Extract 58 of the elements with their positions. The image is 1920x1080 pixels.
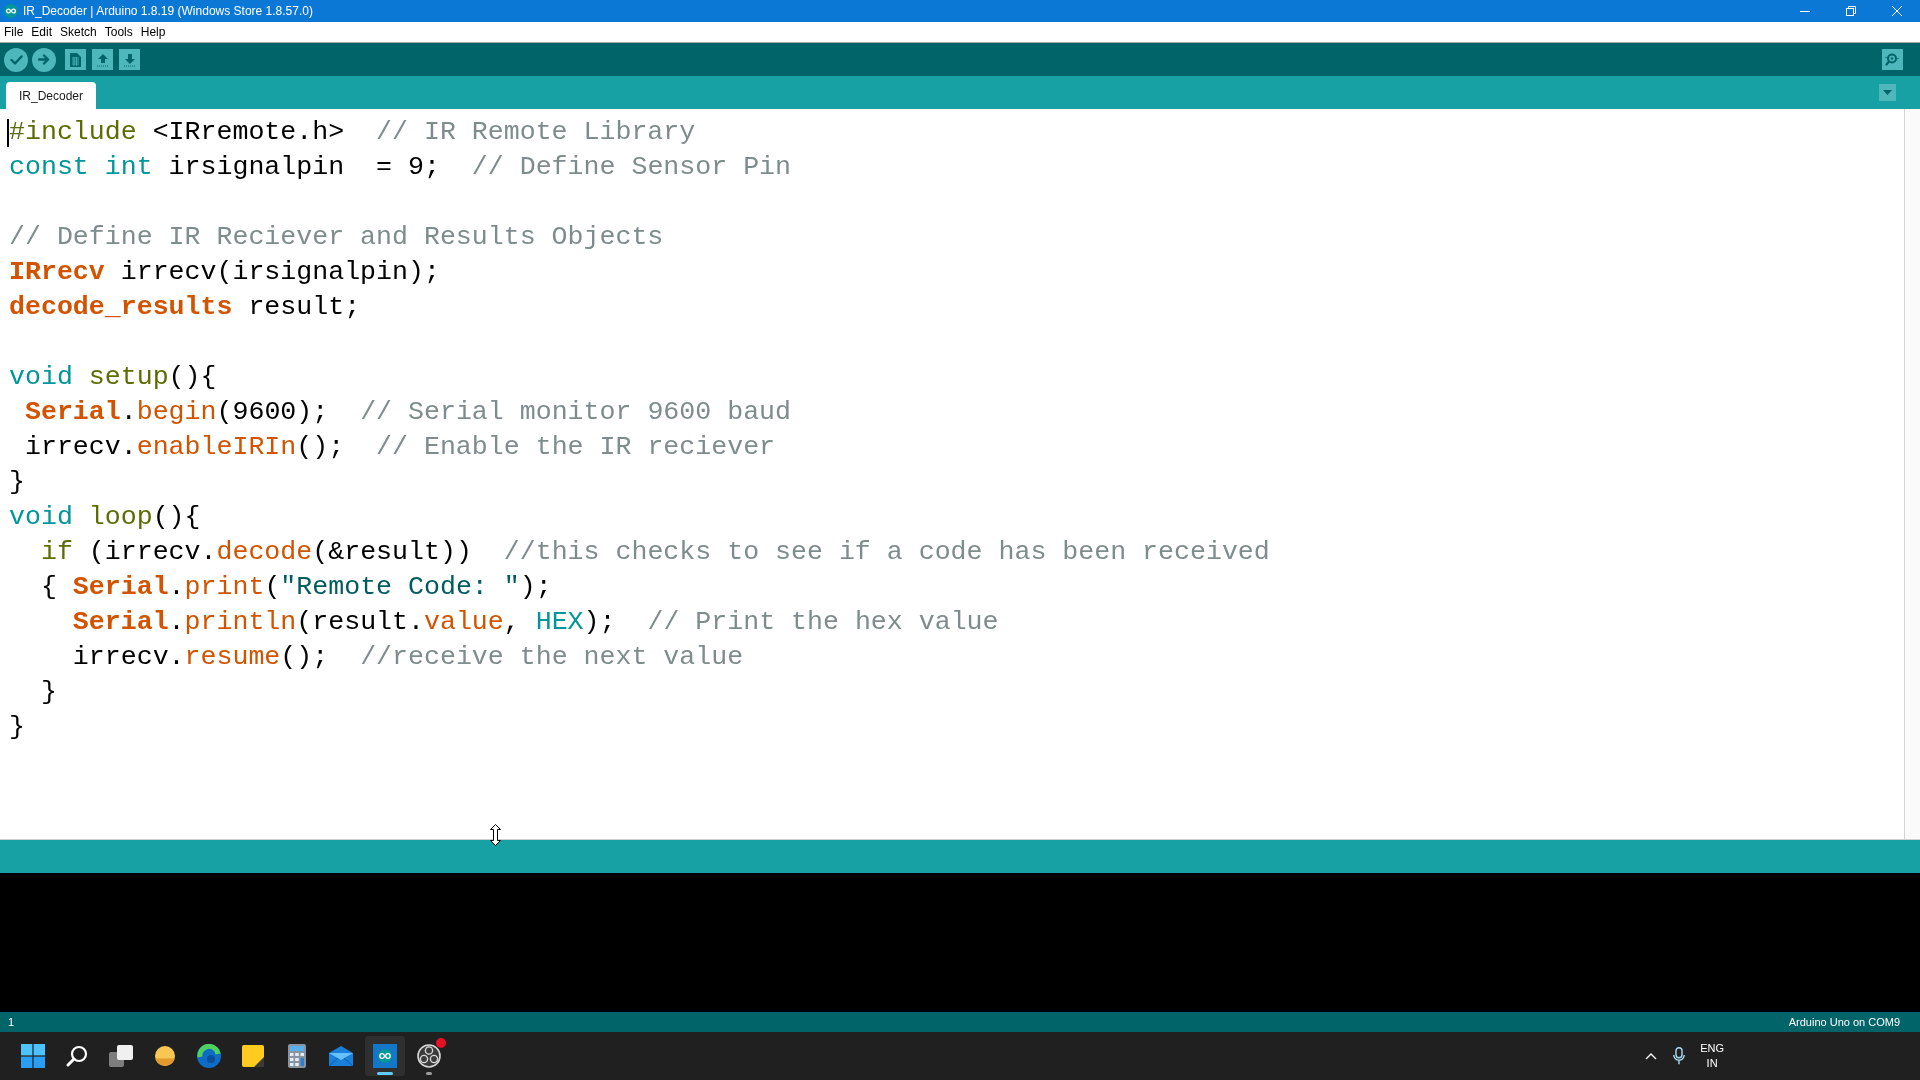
code-line: const int irsignalpin = 9; // Define Sensor Pin bbox=[9, 151, 791, 184]
envelope-icon bbox=[329, 1046, 353, 1066]
chevron-up-icon bbox=[1645, 1052, 1658, 1060]
tab[interactable]: IR_Decoder bbox=[6, 82, 97, 109]
caret-icon bbox=[1883, 90, 1892, 95]
code-line: void setup(){ bbox=[9, 361, 217, 394]
code-line: #include <IRremote.h> // IR Remote Library bbox=[9, 116, 696, 149]
line-number: 1 bbox=[8, 1016, 15, 1028]
language-button[interactable]: ENG IN bbox=[1696, 1041, 1728, 1071]
search-icon bbox=[66, 1045, 88, 1067]
infinity-icon bbox=[4, 4, 18, 18]
calculator-icon bbox=[288, 1044, 306, 1068]
arrow-up-icon bbox=[96, 52, 109, 67]
code-line: IRrecv irrecv(irsignalpin); bbox=[9, 256, 440, 289]
save-button[interactable] bbox=[119, 49, 140, 70]
verify-button[interactable] bbox=[4, 47, 28, 72]
code-line: Serial.begin(9600); // Serial monitor 9600 baud bbox=[24, 396, 792, 429]
menu-item[interactable]: Sketch bbox=[56, 23, 101, 41]
new-button[interactable] bbox=[65, 49, 86, 70]
code-line: { Serial.print("Remote Code: "); bbox=[40, 571, 552, 604]
code-line: if (irrecv.decode(&result)) //this checks to see if a code has been received bbox=[40, 536, 1270, 569]
sticky-note-icon bbox=[242, 1045, 264, 1067]
code-line: Serial.println(result.value, HEX); // Print the hex value bbox=[72, 606, 999, 639]
code-line: // Define IR Reciever and Results Objects bbox=[9, 221, 664, 254]
window-title: IR_Decoder | Arduino 1.8.19 (Windows Store 1.8.57.0) bbox=[23, 4, 313, 18]
swirl-icon bbox=[197, 1044, 221, 1068]
menu-item[interactable]: File bbox=[0, 23, 28, 41]
code-line: decode_results result; bbox=[9, 291, 361, 324]
code-line: } bbox=[9, 711, 25, 744]
code-line: } bbox=[40, 676, 57, 709]
infinity-icon bbox=[373, 1044, 397, 1068]
microphone-icon bbox=[1673, 1047, 1686, 1065]
document-icon bbox=[70, 52, 81, 67]
menu-item[interactable]: Edit bbox=[27, 23, 57, 41]
taskbar-button[interactable] bbox=[365, 1036, 405, 1076]
aperture-icon bbox=[417, 1044, 441, 1068]
check-icon bbox=[9, 54, 23, 65]
code-line: void loop(){ bbox=[9, 501, 201, 534]
code-line: } bbox=[9, 466, 25, 499]
board-status: Arduino Uno on COM9 bbox=[1788, 1016, 1900, 1028]
restore-icon bbox=[1846, 6, 1856, 16]
menu-item[interactable]: Help bbox=[136, 23, 170, 41]
close-icon bbox=[1892, 6, 1902, 16]
open-button[interactable] bbox=[92, 49, 113, 70]
code-line: irrecv.resume(); //receive the next value bbox=[72, 641, 744, 674]
minimize-icon bbox=[1800, 10, 1810, 12]
menu-item[interactable]: Tools bbox=[100, 23, 137, 41]
serial-monitor-button[interactable] bbox=[1882, 49, 1903, 70]
code-line: irrecv.enableIRIn(); // Enable the IR reciever bbox=[24, 431, 776, 464]
task-view-icon bbox=[109, 1045, 133, 1067]
arrow-down-icon bbox=[123, 52, 136, 67]
tab-menu-button[interactable] bbox=[1879, 84, 1896, 101]
scrollbar[interactable] bbox=[1904, 109, 1920, 839]
orb-icon bbox=[155, 1046, 175, 1066]
upload-button[interactable] bbox=[32, 47, 56, 72]
start-icon bbox=[21, 1044, 45, 1068]
magnifier-icon bbox=[1885, 53, 1900, 66]
arrow-right-icon bbox=[38, 54, 50, 65]
